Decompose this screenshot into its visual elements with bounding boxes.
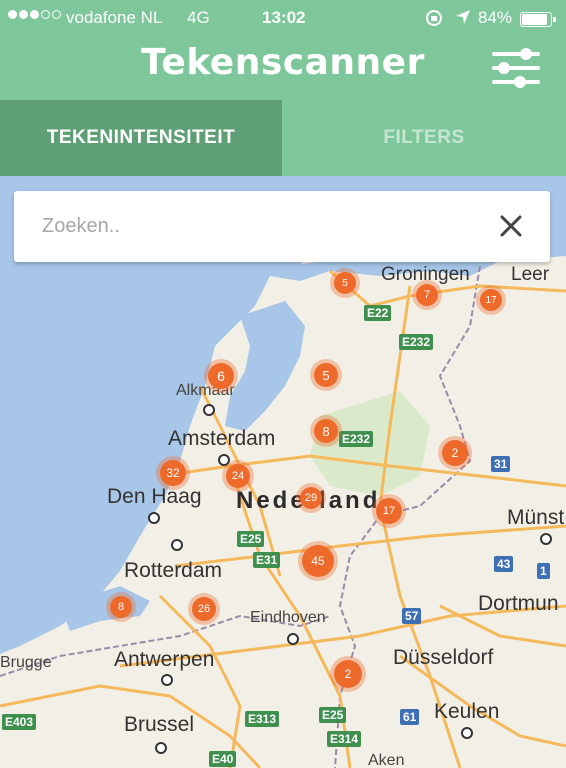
road-shield: 31 — [491, 456, 511, 472]
map-label-munster: Münst — [507, 506, 565, 529]
cluster-marker[interactable]: 5 — [314, 363, 338, 387]
battery-percentage: 84% — [478, 8, 513, 27]
cluster-marker[interactable]: 7 — [416, 284, 438, 306]
cluster-marker[interactable]: 17 — [376, 498, 402, 524]
city-marker — [171, 539, 183, 551]
tab-bar: TEKENINTENSITEIT FILTERS — [0, 100, 566, 176]
search-box — [14, 191, 550, 262]
close-icon[interactable] — [498, 213, 524, 239]
network-type: 4G — [187, 8, 210, 27]
road-shield: E31 — [253, 552, 281, 568]
cluster-marker[interactable]: 24 — [226, 464, 250, 488]
map-label-dusseldorf: Düsseldorf — [393, 646, 494, 669]
map-view[interactable]: Groningen Leer Alkmaar Amsterdam Den Haa… — [0, 176, 566, 768]
city-marker — [155, 742, 167, 754]
city-marker — [218, 454, 230, 466]
map-label-den-haag: Den Haag — [107, 485, 202, 508]
map-label-antwerpen: Antwerpen — [114, 648, 215, 671]
road-shield: E232 — [399, 334, 434, 350]
clock: 13:02 — [262, 8, 306, 27]
road-shield: E313 — [245, 711, 280, 727]
cluster-marker[interactable]: 45 — [302, 545, 334, 577]
cluster-marker[interactable]: 2 — [442, 440, 468, 466]
road-shield: 61 — [400, 709, 420, 725]
road-shield: E25 — [319, 707, 347, 723]
carrier-name: vodafone NL — [66, 8, 163, 27]
sliders-icon[interactable] — [490, 48, 542, 88]
road-shield: 57 — [402, 608, 422, 624]
city-marker — [461, 727, 473, 739]
cluster-marker[interactable]: 29 — [300, 487, 322, 509]
road-shield: E25 — [237, 531, 265, 547]
cluster-marker[interactable]: 32 — [160, 460, 186, 486]
city-marker — [161, 674, 173, 686]
cluster-marker[interactable]: 8 — [110, 596, 132, 618]
road-shield: E232 — [339, 431, 374, 447]
road-shield: E403 — [2, 714, 37, 730]
city-marker — [287, 633, 299, 645]
road-shield: 43 — [494, 556, 514, 572]
location-arrow-icon — [455, 9, 471, 30]
cluster-marker[interactable]: 17 — [480, 289, 502, 311]
map-label-brussel: Brussel — [124, 713, 195, 736]
map-label-amsterdam: Amsterdam — [168, 427, 276, 450]
city-marker — [540, 533, 552, 545]
city-marker — [148, 512, 160, 524]
map-label-brugge: Brugge — [0, 654, 52, 671]
rotation-lock-icon — [425, 9, 443, 32]
map-label-aken: Aken — [368, 752, 405, 768]
search-input[interactable] — [42, 191, 482, 262]
city-marker — [203, 404, 215, 416]
map-label-groningen: Groningen — [381, 264, 470, 285]
map-label-keulen: Keulen — [434, 700, 500, 723]
status-bar: vodafone NL 4G 13:02 84% — [0, 0, 566, 36]
map-label-dortmund: Dortmun — [478, 592, 559, 615]
road-shield: 1 — [537, 563, 550, 579]
road-shield: E40 — [209, 751, 237, 767]
tab-tekenintensiteit[interactable]: TEKENINTENSITEIT — [0, 100, 282, 176]
cluster-marker[interactable]: 6 — [208, 363, 234, 389]
app-title: Tekenscanner — [141, 42, 425, 83]
map-label-leer: Leer — [511, 264, 550, 285]
cluster-marker[interactable]: 26 — [192, 597, 216, 621]
road-shield: E314 — [327, 731, 362, 747]
road-shield: E22 — [364, 305, 392, 321]
map-label-rotterdam: Rotterdam — [124, 559, 223, 582]
map-background — [0, 176, 566, 768]
tab-filters[interactable]: FILTERS — [282, 100, 566, 176]
battery-icon — [520, 12, 556, 27]
cluster-marker[interactable]: 5 — [334, 272, 356, 294]
app-header: Tekenscanner — [0, 36, 566, 100]
cluster-marker[interactable]: 8 — [314, 419, 338, 443]
signal-dots-icon — [8, 10, 61, 19]
cluster-marker[interactable]: 2 — [334, 660, 362, 688]
map-label-eindhoven: Eindhoven — [250, 609, 326, 626]
